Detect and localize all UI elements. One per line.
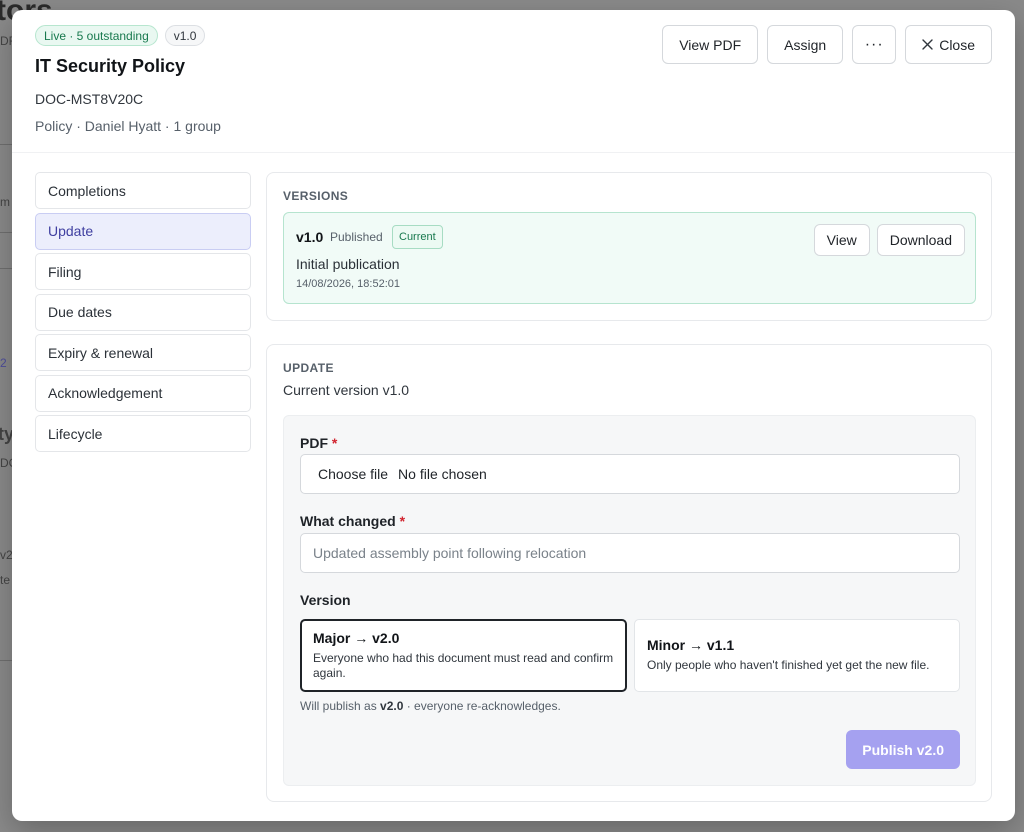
publish-button[interactable]: Publish v2.0: [846, 730, 960, 769]
required-mark: *: [399, 513, 406, 529]
publish-summary: Will publish as v2.0 · everyone re-ackno…: [300, 699, 561, 713]
document-code: DOC-MST8V20C: [35, 91, 144, 107]
background-divider: [0, 144, 12, 145]
live-status-badge: Live · 5 outstanding: [35, 25, 158, 46]
versions-heading: VERSIONS: [283, 189, 349, 203]
major-option-title: Major → v2.0: [313, 630, 400, 646]
assign-label: Assign: [784, 36, 827, 53]
section-nav: Completions Update Filing Due dates Expi…: [35, 172, 251, 456]
version-name: v1.0: [296, 229, 324, 245]
background-fragment: te: [0, 573, 11, 587]
update-form: PDF * Choose file No file chosen What ch…: [283, 415, 976, 786]
document-meta: Policy · Daniel Hyatt · 1 group: [35, 118, 221, 134]
current-version-text: Current version v1.0: [283, 382, 410, 398]
nav-item-completions[interactable]: Completions: [35, 172, 251, 209]
pdf-field-label: PDF *: [300, 435, 337, 451]
close-label: Close: [939, 36, 975, 53]
what-changed-label: What changed *: [300, 513, 405, 529]
document-modal: Live · 5 outstanding v1.0 IT Security Po…: [12, 10, 1015, 821]
what-changed-label-text: What changed: [300, 513, 396, 529]
version-actions: View Download: [813, 224, 965, 256]
view-pdf-button[interactable]: View PDF: [662, 25, 759, 64]
background-fragment: v2: [0, 548, 13, 562]
versions-card: VERSIONS v1.0 Published Current Initial …: [266, 172, 992, 321]
view-label: View: [826, 232, 857, 248]
view-version-button[interactable]: View: [813, 224, 870, 256]
header-badges: Live · 5 outstanding v1.0: [35, 25, 206, 46]
major-option-description: Everyone who had this document must read…: [313, 651, 614, 680]
close-icon: [922, 37, 933, 53]
publish-summary-prefix: Will publish as: [300, 699, 381, 713]
version-badge: v1.0: [164, 25, 206, 46]
version-row: v1.0 Published Current Initial publicati…: [283, 212, 976, 304]
more-actions-button[interactable]: ···: [852, 25, 897, 64]
update-card: UPDATE Current version v1.0 PDF * Choose…: [266, 344, 992, 802]
nav-item-filing[interactable]: Filing: [35, 253, 251, 290]
update-heading: UPDATE: [283, 361, 334, 375]
version-date: 14/08/2026, 18:52:01: [296, 278, 400, 290]
background-divider: [0, 232, 12, 233]
assign-button[interactable]: Assign: [767, 25, 844, 64]
minor-option-title: Minor → v1.1: [647, 637, 735, 653]
more-icon: ···: [864, 35, 884, 53]
required-mark: *: [331, 435, 338, 451]
publish-label: Publish v2.0: [862, 741, 944, 758]
download-label: Download: [889, 232, 952, 248]
version-status: Published: [330, 230, 383, 244]
publish-summary-version: v2.0: [380, 699, 404, 713]
minor-option-description: Only people who haven't finished yet get…: [647, 658, 930, 672]
publish-summary-suffix: · everyone re-acknowledges.: [403, 699, 561, 713]
pdf-file-input[interactable]: Choose file No file chosen: [300, 454, 960, 494]
background-fragment: 2: [0, 356, 7, 370]
major-version-option[interactable]: Major → v2.0 Everyone who had this docum…: [300, 619, 627, 692]
nav-item-expiry-renewal[interactable]: Expiry & renewal: [35, 334, 251, 371]
background-divider: [0, 268, 12, 269]
choose-file-button[interactable]: Choose file: [318, 466, 388, 482]
download-version-button[interactable]: Download: [876, 224, 965, 256]
close-button[interactable]: Close: [905, 25, 992, 64]
view-pdf-label: View PDF: [679, 36, 742, 53]
what-changed-input[interactable]: [300, 533, 960, 573]
header-actions: View PDF Assign ··· Close: [662, 25, 992, 64]
pdf-label-text: PDF: [300, 435, 328, 451]
background-fragment: m: [0, 195, 10, 209]
nav-item-lifecycle[interactable]: Lifecycle: [35, 415, 251, 452]
version-note: Initial publication: [296, 256, 400, 272]
modal-header: Live · 5 outstanding v1.0 IT Security Po…: [12, 10, 1015, 153]
nav-item-acknowledgement[interactable]: Acknowledgement: [35, 374, 251, 412]
minor-version-option[interactable]: Minor → v1.1 Only people who haven't fin…: [634, 619, 960, 692]
current-badge: Current: [392, 225, 443, 249]
nav-item-due-dates[interactable]: Due dates: [35, 293, 251, 331]
page-title: IT Security Policy: [35, 56, 186, 76]
background-divider: [0, 660, 12, 661]
nav-item-update[interactable]: Update: [35, 212, 251, 250]
file-status-text: No file chosen: [398, 466, 487, 482]
version-field-label: Version: [300, 592, 351, 608]
